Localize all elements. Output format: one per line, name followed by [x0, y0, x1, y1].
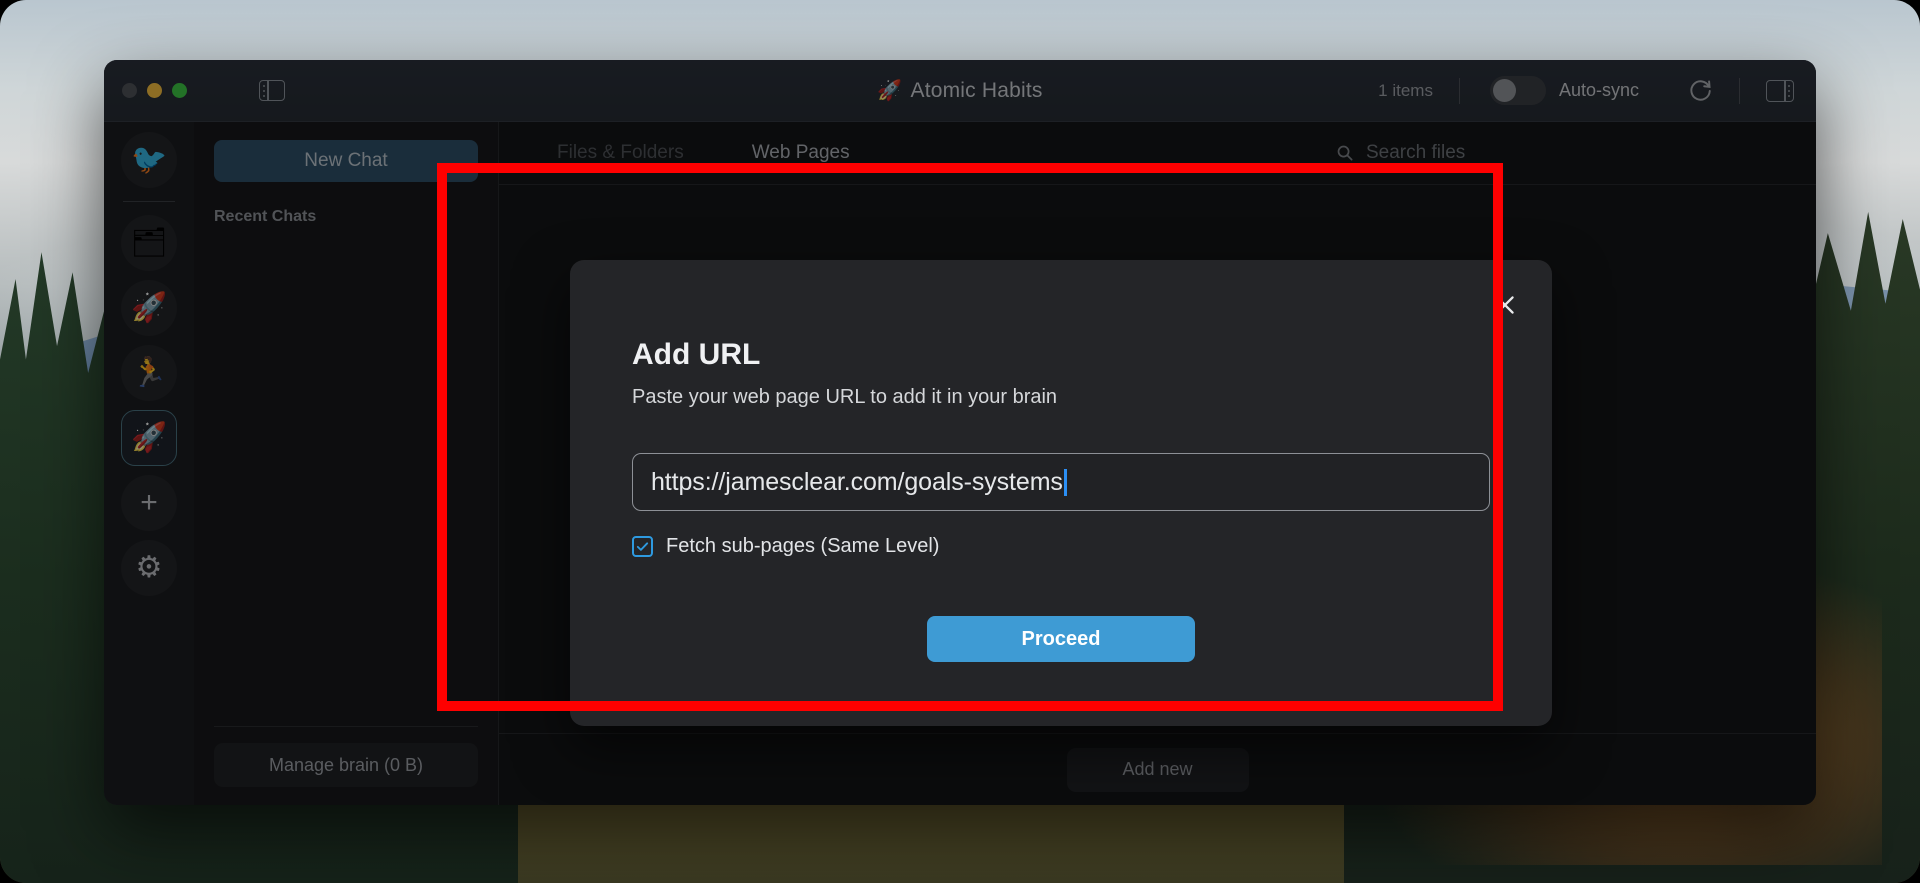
dialog-title: Add URL [632, 338, 761, 371]
close-icon[interactable] [1490, 290, 1520, 320]
url-input-value: https://jamesclear.com/goals-systems [651, 467, 1063, 496]
url-input[interactable]: https://jamesclear.com/goals-systems [632, 453, 1490, 511]
dialog-actions: Proceed [632, 616, 1490, 662]
text-cursor [1063, 468, 1067, 496]
add-url-dialog: Add URL Paste your web page URL to add i… [570, 260, 1552, 726]
proceed-label: Proceed [1021, 627, 1101, 650]
fetch-subpages-checkbox[interactable] [632, 536, 653, 557]
proceed-button[interactable]: Proceed [927, 616, 1195, 662]
app-window: 🚀 Atomic Habits 1 items Auto-sync 🐦 🗂 🚀 … [104, 60, 1816, 805]
fetch-subpages-row[interactable]: Fetch sub-pages (Same Level) [632, 535, 1490, 558]
dialog-subtitle: Paste your web page URL to add it in you… [632, 386, 1058, 408]
screen: 🚀 Atomic Habits 1 items Auto-sync 🐦 🗂 🚀 … [0, 0, 1920, 883]
fetch-subpages-label: Fetch sub-pages (Same Level) [666, 535, 940, 557]
